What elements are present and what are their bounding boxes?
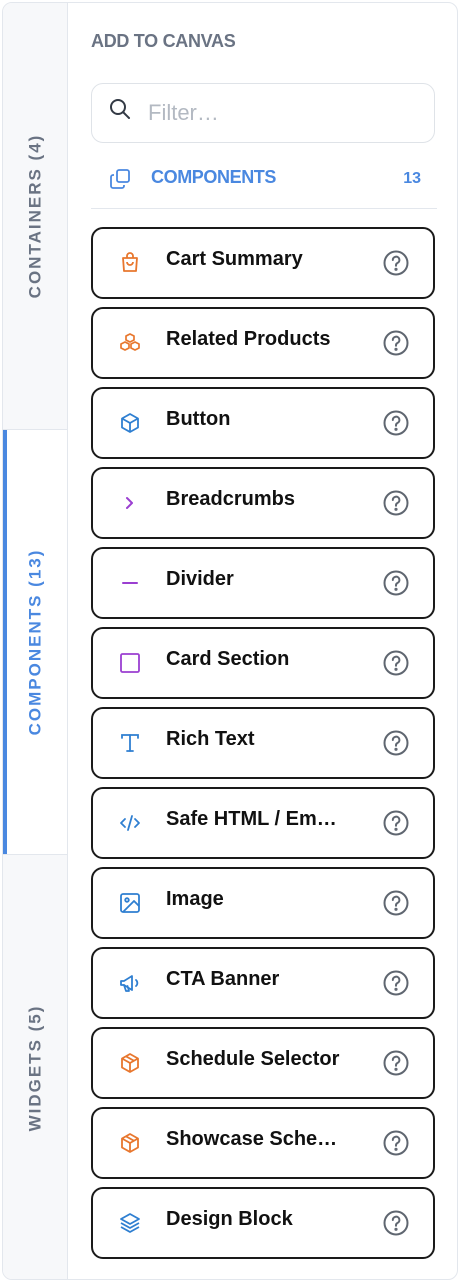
component-label: Design Block (166, 1208, 293, 1230)
component-label: Breadcrumbs (166, 488, 295, 510)
component-label: Safe HTML / Em… (166, 808, 337, 830)
help-icon[interactable] (382, 729, 410, 757)
boxes-icon (118, 331, 142, 355)
component-label: Cart Summary (166, 248, 303, 270)
help-icon[interactable] (382, 969, 410, 997)
help-icon[interactable] (382, 1049, 410, 1077)
category-rail: CONTAINERS (4) COMPONENTS (13) WIDGETS (… (3, 3, 68, 1279)
component-item-schedule-selector[interactable]: Schedule Selector (91, 1027, 435, 1099)
component-label: CTA Banner (166, 968, 280, 990)
component-label: Button (166, 408, 231, 430)
help-icon[interactable] (382, 409, 410, 437)
help-icon[interactable] (382, 489, 410, 517)
tab-widgets-label: WIDGETS (5) (25, 1004, 44, 1132)
help-icon[interactable] (382, 329, 410, 357)
filter-box[interactable] (91, 83, 435, 143)
component-item-design-block[interactable]: Design Block (91, 1187, 435, 1259)
components-section-header[interactable]: COMPONENTS 13 (91, 161, 437, 209)
component-label: Card Section (166, 648, 290, 670)
package-icon (118, 1051, 142, 1075)
component-label: Schedule Selector (166, 1048, 340, 1070)
help-icon[interactable] (382, 249, 410, 277)
copy-icon (108, 167, 132, 191)
type-icon (118, 731, 142, 755)
help-icon[interactable] (382, 649, 410, 677)
code-icon (118, 811, 142, 835)
package-icon (118, 1131, 142, 1155)
component-item-button[interactable]: Button (91, 387, 435, 459)
component-label: Rich Text (166, 728, 255, 750)
cube-icon (118, 411, 142, 435)
component-item-card-section[interactable]: Card Section (91, 627, 435, 699)
help-icon[interactable] (382, 569, 410, 597)
component-item-rich-text[interactable]: Rich Text (91, 707, 435, 779)
layers-icon (118, 1211, 142, 1235)
help-icon[interactable] (382, 1129, 410, 1157)
component-label: Image (166, 888, 224, 910)
search-icon (108, 97, 132, 121)
component-item-image[interactable]: Image (91, 867, 435, 939)
section-title: COMPONENTS (151, 167, 277, 187)
component-item-breadcrumbs[interactable]: Breadcrumbs (91, 467, 435, 539)
tab-containers-label: CONTAINERS (4) (25, 133, 45, 299)
component-label: Showcase Sche… (166, 1128, 338, 1150)
component-item-cta-banner[interactable]: CTA Banner (91, 947, 435, 1019)
component-label: Related Products (166, 328, 331, 350)
add-to-canvas-panel: CONTAINERS (4) COMPONENTS (13) WIDGETS (… (2, 2, 458, 1280)
help-icon[interactable] (382, 889, 410, 917)
component-item-cart-summary[interactable]: Cart Summary (91, 227, 435, 299)
megaphone-icon (118, 971, 142, 995)
component-item-showcase-schedule[interactable]: Showcase Sche… (91, 1107, 435, 1179)
tab-widgets[interactable]: WIDGETS (5) (3, 855, 67, 1279)
filter-input[interactable] (148, 98, 418, 128)
component-item-divider[interactable]: Divider (91, 547, 435, 619)
tab-containers[interactable]: CONTAINERS (4) (3, 3, 67, 429)
section-count: 13 (403, 170, 421, 187)
chevron-right-icon (118, 491, 142, 515)
tab-components[interactable]: COMPONENTS (13) (3, 430, 67, 854)
component-label: Divider (166, 568, 234, 590)
shopping-bag-icon (118, 251, 142, 275)
component-item-related-products[interactable]: Related Products (91, 307, 435, 379)
minus-icon (118, 571, 142, 595)
component-item-safe-html[interactable]: Safe HTML / Em… (91, 787, 435, 859)
square-icon (118, 651, 142, 675)
image-icon (118, 891, 142, 915)
help-icon[interactable] (382, 1209, 410, 1237)
tab-components-label: COMPONENTS (13) (25, 548, 45, 736)
panel-heading: ADD TO CANVAS (91, 31, 236, 51)
help-icon[interactable] (382, 809, 410, 837)
